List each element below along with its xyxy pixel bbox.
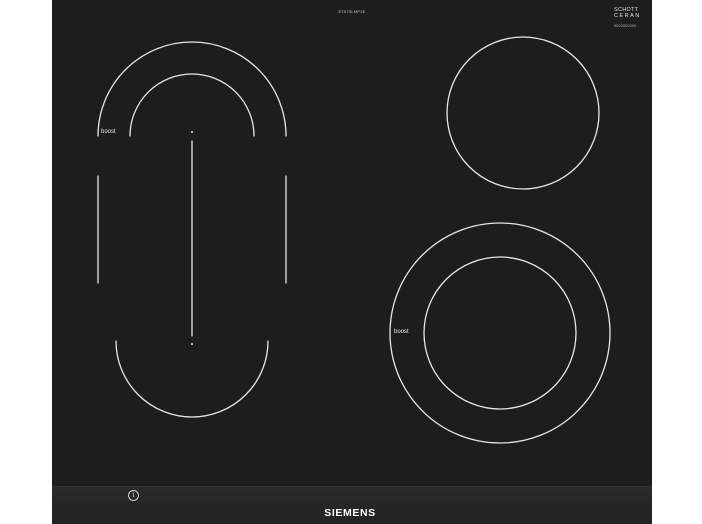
right-bottom-zone-inner bbox=[423, 256, 577, 410]
right-bottom-zone-outer bbox=[389, 222, 611, 444]
left-zone-boost-label: boost bbox=[101, 129, 116, 135]
brand-logo: SIEMENS bbox=[324, 507, 376, 519]
cooktop-glass-panel: ET675LMP1E SCHOTT CERAN 9000000000 boost bbox=[52, 0, 652, 524]
right-top-zone bbox=[446, 36, 600, 190]
left-zone-bottom-arc bbox=[115, 340, 269, 418]
left-zone-top-dot bbox=[191, 131, 193, 133]
left-zone-outer-top-arc bbox=[97, 41, 287, 137]
control-strip: i SIEMENS bbox=[52, 486, 652, 524]
left-zone-bottom-dot bbox=[191, 343, 193, 345]
left-zone-inner-top-arc bbox=[129, 73, 255, 137]
right-zone-boost-label: boost bbox=[394, 329, 409, 335]
cooking-zones bbox=[97, 36, 611, 444]
info-icon[interactable]: i bbox=[128, 490, 139, 501]
